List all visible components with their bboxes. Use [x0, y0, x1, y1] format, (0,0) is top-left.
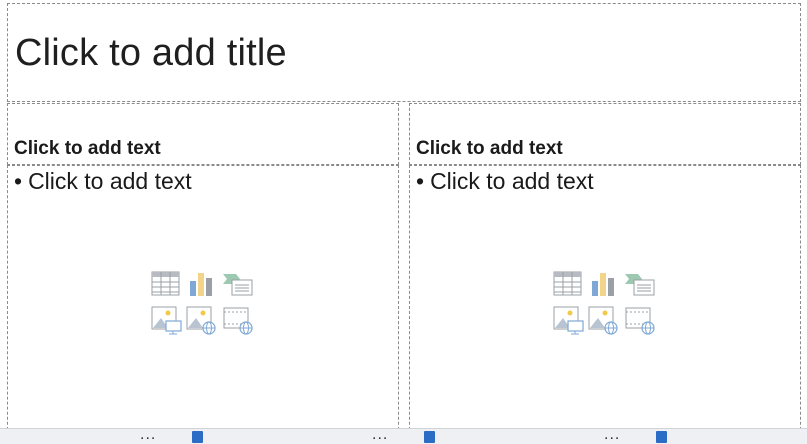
table-icon[interactable]	[151, 271, 181, 297]
left-header-placeholder[interactable]: Click to add text	[7, 103, 399, 165]
file-icon	[656, 431, 667, 443]
table-icon[interactable]	[553, 271, 583, 297]
right-bullet: • Click to add text	[416, 168, 594, 195]
task-item-3[interactable]: ...	[404, 429, 632, 444]
file-icon	[424, 431, 435, 443]
right-bullet-text: Click to add text	[430, 168, 594, 194]
picture-icon[interactable]	[151, 306, 183, 336]
left-bullet-text: Click to add text	[28, 168, 192, 194]
online-picture-icon[interactable]	[588, 306, 620, 336]
left-insert-icons	[151, 271, 256, 341]
video-icon[interactable]	[223, 306, 255, 336]
title-placeholder-text: Click to add title	[15, 32, 287, 74]
bottom-task-strip: ... ... ...	[0, 428, 807, 444]
task-item-4[interactable]	[636, 429, 807, 444]
bullet-dot: •	[14, 168, 23, 194]
more-icon[interactable]: ...	[140, 429, 156, 444]
picture-icon[interactable]	[553, 306, 585, 336]
online-picture-icon[interactable]	[186, 306, 218, 336]
right-content-placeholder[interactable]: • Click to add text	[409, 165, 801, 444]
right-header-placeholder[interactable]: Click to add text	[409, 103, 801, 165]
video-icon[interactable]	[625, 306, 657, 336]
chart-icon[interactable]	[590, 271, 616, 297]
bullet-dot: •	[416, 168, 425, 194]
task-item-1[interactable]: ...	[0, 429, 170, 444]
right-header-text: Click to add text	[416, 138, 563, 159]
smartart-icon[interactable]	[222, 271, 254, 297]
left-content-placeholder[interactable]: • Click to add text	[7, 165, 399, 444]
left-header-text: Click to add text	[14, 138, 161, 159]
right-insert-icons	[553, 271, 658, 341]
title-placeholder[interactable]: Click to add title	[7, 3, 801, 102]
slide-canvas: Click to add title Click to add text Cli…	[0, 0, 807, 444]
task-item-2[interactable]: ...	[172, 429, 400, 444]
smartart-icon[interactable]	[624, 271, 656, 297]
left-bullet: • Click to add text	[14, 168, 192, 195]
chart-icon[interactable]	[188, 271, 214, 297]
more-icon[interactable]: ...	[372, 429, 388, 444]
more-icon[interactable]: ...	[604, 429, 620, 444]
file-icon	[192, 431, 203, 443]
